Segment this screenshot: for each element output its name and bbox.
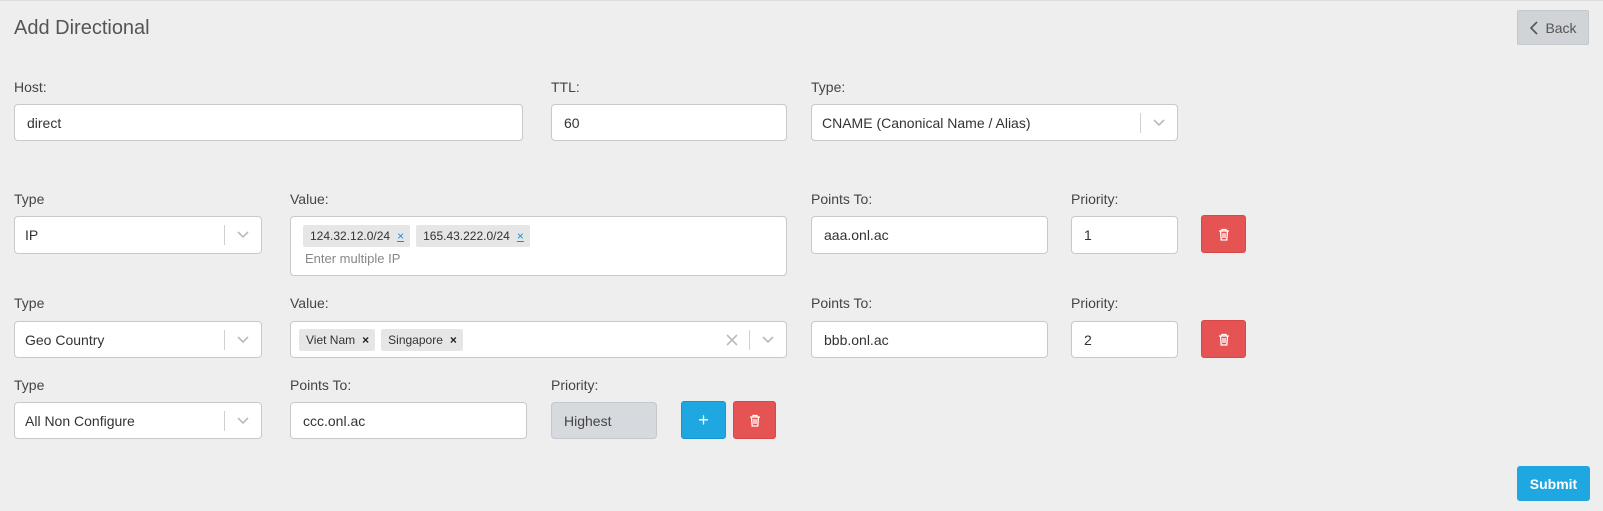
rule2-priority-input[interactable]: 2 (1071, 321, 1178, 358)
chevron-down-icon[interactable] (750, 335, 786, 344)
chevron-down-icon[interactable] (1141, 118, 1177, 127)
chevron-left-icon (1530, 20, 1539, 35)
rule2-priority-label: Priority: (1071, 295, 1119, 311)
tag-label: Singapore (388, 332, 443, 347)
rule2-points-value: bbb.onl.ac (824, 331, 889, 348)
ip-tags-input[interactable]: 124.32.12.0/24 × 165.43.222.0/24 × Enter… (290, 216, 787, 276)
tag-remove-icon[interactable]: × (397, 229, 404, 243)
host-label: Host: (14, 79, 47, 95)
rule3-points-value: ccc.onl.ac (303, 412, 366, 429)
chevron-down-icon[interactable] (225, 335, 261, 344)
country-tag: Viet Nam × (299, 328, 376, 351)
chevron-down-icon[interactable] (225, 416, 261, 425)
tag-label: 124.32.12.0/24 (310, 229, 391, 243)
country-tag: Singapore × (381, 328, 463, 351)
plus-icon: + (698, 409, 709, 430)
rule2-type-value: Geo Country (25, 331, 105, 348)
rule3-priority-value: Highest (564, 412, 612, 429)
record-type-label: Type: (811, 79, 846, 95)
rule3-delete-button[interactable] (733, 401, 776, 439)
rule3-type-value: All Non Configure (25, 412, 135, 429)
rule2-points-input[interactable]: bbb.onl.ac (811, 321, 1048, 358)
rule1-type-select[interactable]: IP (14, 216, 262, 254)
rule2-priority-value: 2 (1084, 331, 1092, 348)
rule3-points-label: Points To: (290, 377, 352, 393)
rule1-priority-value: 1 (1084, 227, 1092, 243)
trash-icon (1218, 333, 1229, 346)
ip-input-placeholder[interactable]: Enter multiple IP (303, 251, 774, 266)
tag-remove-icon[interactable]: × (362, 333, 369, 347)
trash-icon (1218, 228, 1229, 241)
rule1-delete-button[interactable] (1201, 215, 1246, 253)
record-type-value: CNAME (Canonical Name / Alias) (822, 114, 1031, 131)
ttl-value: 60 (564, 114, 580, 131)
rule2-points-label: Points To: (811, 295, 873, 311)
back-label: Back (1545, 19, 1577, 36)
clear-icon[interactable] (715, 333, 749, 346)
country-multiselect[interactable]: Viet Nam × Singapore × (290, 321, 787, 358)
rule2-type-label: Type (14, 295, 45, 311)
ip-tag: 165.43.222.0/24 × (416, 225, 530, 247)
rule1-priority-input[interactable]: 1 (1071, 216, 1178, 254)
rule3-points-input[interactable]: ccc.onl.ac (290, 402, 527, 439)
tag-label: Viet Nam (306, 332, 356, 347)
ip-tag: 124.32.12.0/24 × (303, 225, 411, 247)
chevron-down-icon[interactable] (225, 231, 261, 239)
rule3-type-select[interactable]: All Non Configure (14, 402, 262, 439)
submit-button[interactable]: Submit (1517, 466, 1590, 501)
rule1-points-label: Points To: (811, 191, 873, 207)
tag-remove-icon[interactable]: × (517, 229, 524, 243)
tag-remove-icon[interactable]: × (450, 333, 457, 347)
rule2-delete-button[interactable] (1201, 320, 1246, 358)
rule1-value-label: Value: (290, 191, 329, 207)
rule1-priority-label: Priority: (1071, 191, 1119, 207)
tag-label: 165.43.222.0/24 (423, 229, 510, 243)
rule3-type-label: Type (14, 377, 45, 393)
back-button[interactable]: Back (1517, 10, 1589, 45)
rule1-type-value: IP (25, 227, 39, 243)
record-type-select[interactable]: CNAME (Canonical Name / Alias) (811, 104, 1178, 141)
rule1-points-input[interactable]: aaa.onl.ac (811, 216, 1048, 254)
rule1-points-value: aaa.onl.ac (824, 227, 889, 243)
rule3-priority-label: Priority: (551, 377, 599, 393)
rule1-type-label: Type (14, 191, 45, 207)
rule3-priority-field: Highest (551, 402, 657, 439)
ttl-label: TTL: (551, 79, 580, 95)
ttl-input[interactable]: 60 (551, 104, 787, 141)
add-rule-button[interactable]: + (681, 401, 726, 439)
host-value: direct (27, 114, 62, 131)
page-title: Add Directional (14, 17, 150, 39)
rule2-type-select[interactable]: Geo Country (14, 321, 262, 358)
rule2-value-label: Value: (290, 295, 329, 311)
host-input[interactable]: direct (14, 104, 523, 141)
trash-icon (749, 414, 760, 427)
